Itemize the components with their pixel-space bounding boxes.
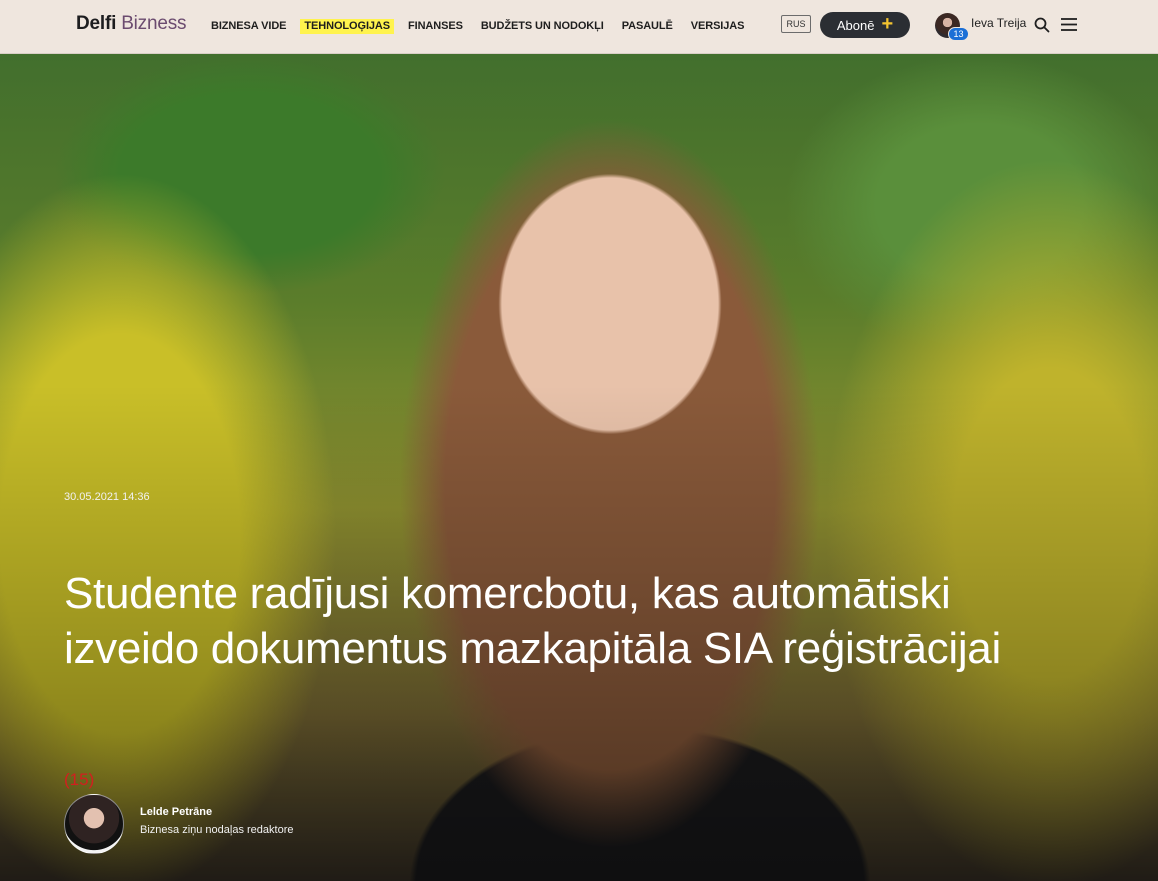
search-icon[interactable] — [1034, 17, 1050, 33]
language-switch-button[interactable]: RUS — [781, 15, 811, 33]
nav-item-budzets-un-nodokli[interactable]: BUDŽETS UN NODOKĻI — [481, 19, 604, 34]
subscribe-button[interactable]: Abonē + — [820, 12, 910, 38]
nav-item-pasaule[interactable]: PASAULĒ — [622, 19, 673, 34]
author-avatar[interactable] — [64, 794, 124, 854]
nav-item-finanses[interactable]: FINANSES — [408, 19, 463, 34]
logo-bizness: Bizness — [121, 13, 187, 34]
user-name[interactable]: Ieva Treija — [971, 16, 1026, 30]
plus-icon: + — [881, 13, 894, 35]
subscribe-label: Abonē — [836, 17, 875, 33]
nav-item-versijas[interactable]: VERSIJAS — [691, 19, 745, 34]
top-navigation-bar: Delfi Bizness BIZNESA VIDE TEHNOLOĢIJAS F… — [0, 0, 1158, 54]
author-name[interactable]: Lelde Petrāne — [140, 806, 212, 818]
article-title: Studente radījusi komercbotu, kas automā… — [64, 569, 1001, 673]
main-nav: BIZNESA VIDE TEHNOLOĢIJAS FINANSES BUDŽE… — [211, 19, 744, 34]
nav-item-biznesa-vide[interactable]: BIZNESA VIDE — [211, 19, 287, 34]
site-logo[interactable]: Delfi Bizness — [76, 13, 187, 35]
author-role: Biznesa ziņu nodaļas redaktore — [140, 824, 294, 836]
hamburger-menu-icon[interactable] — [1060, 17, 1078, 32]
logo-delfi: Delfi — [76, 13, 117, 34]
hero-content: 30.05.2021 14:36 Studente radījusi komer… — [0, 54, 1158, 881]
comments-count-link[interactable]: (15) — [64, 770, 94, 790]
notification-badge[interactable]: 13 — [948, 27, 969, 41]
nav-item-tehnologijas[interactable]: TEHNOLOĢIJAS — [300, 19, 394, 34]
article-hero: 30.05.2021 14:36 Studente radījusi komer… — [0, 54, 1158, 881]
article-date: 30.05.2021 14:36 — [64, 491, 150, 503]
